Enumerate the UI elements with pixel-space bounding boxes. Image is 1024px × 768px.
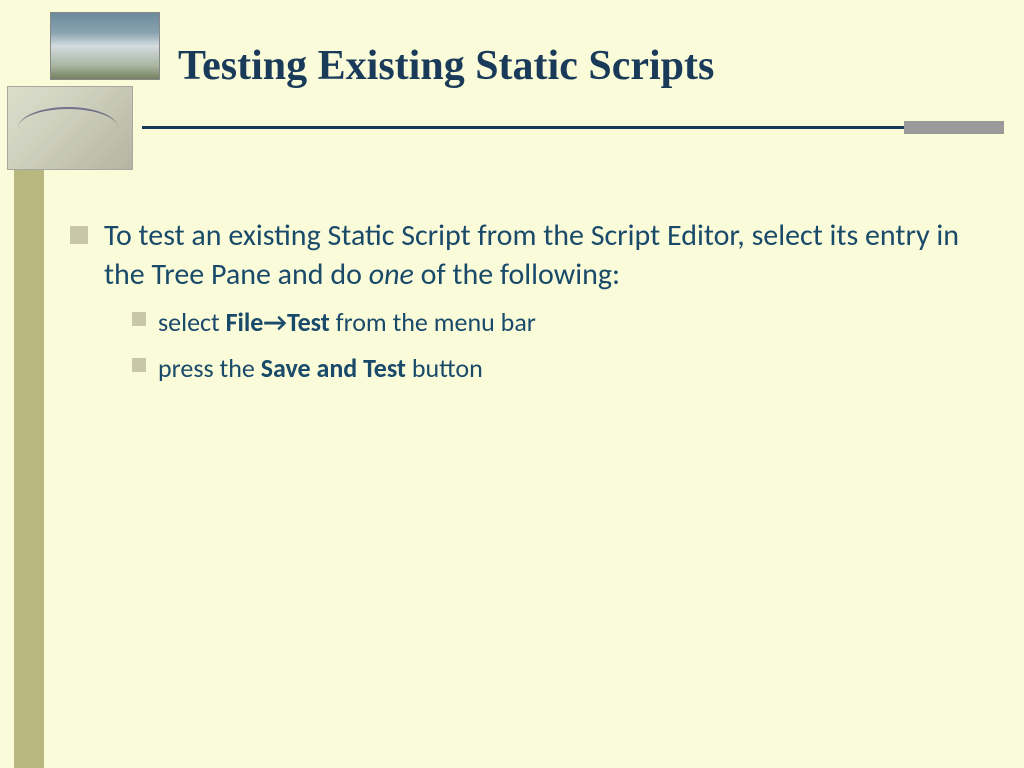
main-bullet-row: To test an existing Static Script from t… xyxy=(70,216,980,294)
header-image-dam xyxy=(50,12,160,80)
sub-bullet-list: select File→Test from the menu bar press… xyxy=(132,304,980,387)
text-pre: press the xyxy=(158,352,261,384)
text-post: button xyxy=(406,352,483,384)
arrow-icon: → xyxy=(263,306,287,338)
bullet-icon xyxy=(70,226,88,244)
title-end-cap xyxy=(904,121,1004,134)
bullet-icon xyxy=(132,312,146,326)
sub-bullet-text: press the Save and Test button xyxy=(158,350,483,386)
text-bold: Test xyxy=(287,306,330,338)
text-bold: File xyxy=(226,306,264,338)
slide-body: To test an existing Static Script from t… xyxy=(70,216,980,397)
title-underline xyxy=(142,126,1004,129)
main-bullet-text: To test an existing Static Script from t… xyxy=(104,216,980,294)
sub-bullet-row: press the Save and Test button xyxy=(132,350,980,386)
text-post: of the following: xyxy=(414,256,620,293)
decorative-vertical-bar xyxy=(14,170,44,768)
text-post: from the menu bar xyxy=(330,306,536,338)
bullet-icon xyxy=(132,358,146,372)
sub-bullet-text: select File→Test from the menu bar xyxy=(158,304,536,340)
sub-bullet-row: select File→Test from the menu bar xyxy=(132,304,980,340)
header-image-chart xyxy=(7,86,133,170)
text-pre: select xyxy=(158,306,226,338)
slide-title: Testing Existing Static Scripts xyxy=(178,42,714,90)
text-bold: Save and Test xyxy=(261,352,406,384)
text-em: one xyxy=(369,256,414,293)
